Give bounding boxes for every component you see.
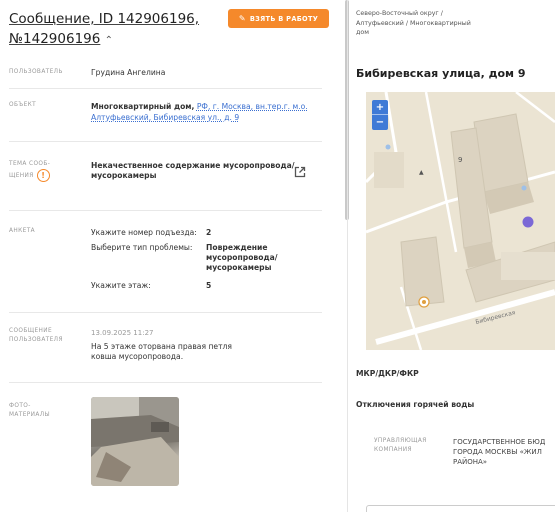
divider — [9, 210, 322, 211]
user-value: Грудина Ангелина — [91, 68, 166, 77]
divider — [9, 141, 322, 142]
message-text-line2: ковша мусоропровода. — [91, 352, 184, 361]
breadcrumb-line3[interactable]: дом — [356, 28, 551, 38]
photos-label: ФОТО- МАТЕРИАЛЫ — [9, 402, 50, 420]
location-marker[interactable] — [522, 216, 534, 228]
user-label: ПОЛЬЗОВАТЕЛЬ — [9, 69, 63, 75]
map[interactable]: ▲ 9 Бибиревская + − — [366, 92, 555, 350]
form-q1: Укажите номер подъезда: — [91, 228, 197, 237]
take-to-work-label: ВЗЯТЬ В РАБОТУ — [249, 14, 319, 23]
section-repairs[interactable]: МКР/ДКР/ФКР — [356, 369, 419, 378]
divider — [9, 88, 322, 89]
topic-label-line2-text: ЩЕНИЯ — [9, 173, 34, 179]
message-date: 13.09.2025 11:27 — [91, 329, 154, 337]
form-label: АНКЕТА — [9, 228, 36, 234]
topic-value-line1: Некачественное содержание мусоропровода/ — [91, 161, 295, 170]
chevron-up-icon[interactable]: ⌃ — [105, 31, 115, 51]
management-company-value-line1: ГОСУДАРСТВЕННОЕ БЮД — [453, 438, 546, 446]
management-company-label-line1: УПРАВЛЯЮЩАЯ — [374, 438, 427, 444]
topic-value-line2: мусорокамеры — [91, 171, 157, 180]
form-a2-line1: Повреждение — [206, 243, 268, 252]
object-type: Многоквартирный дом, — [91, 102, 195, 111]
message-text: На 5 этаже оторвана правая петля ковша м… — [91, 342, 232, 362]
take-to-work-button[interactable]: ✎ ВЗЯТЬ В РАБОТУ — [228, 9, 329, 28]
topic-value: Некачественное содержание мусоропровода/… — [91, 161, 294, 181]
breadcrumb: Северо-Восточный округ / Алтуфьевский / … — [356, 9, 551, 38]
message-panel: Сообщение, ID 142906196, №142906196 ⌃ ✎ … — [0, 0, 345, 512]
form-a2-line2: мусоропровода/ — [206, 253, 278, 262]
form-a2-line3: мусорокамеры — [206, 263, 272, 272]
object-panel: Северо-Восточный округ / Алтуфьевский / … — [352, 0, 555, 512]
zoom-control: + − — [372, 100, 388, 130]
topic-label-line1: ТЕМА СООБ- — [9, 161, 51, 167]
message-title: Сообщение, ID 142906196, №142906196 ⌃ — [9, 9, 224, 51]
photos-label-line2: МАТЕРИАЛЫ — [9, 412, 51, 418]
user-message-label-line1: СООБЩЕНИЕ — [9, 328, 53, 334]
photos-label-line1: ФОТО- — [9, 403, 31, 409]
house-number-label: 9 — [458, 156, 462, 164]
divider — [9, 382, 322, 383]
user-message-label: СООБЩЕНИЕ ПОЛЬЗОВАТЕЛЯ — [9, 327, 63, 345]
management-company-value-line3: РАЙОНА» — [453, 458, 488, 466]
form-a2: Повреждение мусоропровода/ мусорокамеры — [206, 243, 277, 273]
form-q2: Выберите тип проблемы: — [91, 243, 193, 252]
topic-label-line2: ЩЕНИЯ! — [9, 169, 50, 182]
map-canvas: ▲ 9 Бибиревская — [366, 92, 555, 350]
breadcrumb-line1[interactable]: Северо-Восточный округ / — [356, 9, 551, 19]
topic-label: ТЕМА СООБ- ЩЕНИЯ! — [9, 160, 50, 182]
bottom-field[interactable] — [366, 505, 555, 512]
form-a1: 2 — [206, 228, 212, 237]
user-message-label-line2: ПОЛЬЗОВАТЕЛЯ — [9, 337, 63, 343]
form-a3: 5 — [206, 281, 212, 290]
management-company-label: УПРАВЛЯЮЩАЯ КОМПАНИЯ — [374, 437, 427, 454]
form-q3: Укажите этаж: — [91, 281, 151, 290]
message-text-line1: На 5 этаже оторвана правая петля — [91, 342, 232, 351]
object-value: Многоквартирный дом, РФ, г. Москва, вн.т… — [91, 101, 316, 123]
object-address-title: Бибиревская улица, дом 9 — [356, 67, 526, 80]
section-hot-water[interactable]: Отключения горячей воды — [356, 400, 474, 409]
object-label: ОБЪЕКТ — [9, 102, 37, 108]
management-company-value: ГОСУДАРСТВЕННОЕ БЮД ГОРОДА МОСКВЫ «ЖИЛ Р… — [453, 437, 555, 467]
zoom-out-button[interactable]: − — [372, 115, 388, 130]
title-line1: Сообщение, ID 142906196, — [9, 11, 200, 27]
breadcrumb-line2[interactable]: Алтуфьевский / Многоквартирный — [356, 19, 551, 29]
panel-divider — [347, 0, 348, 512]
management-company-label-line2: КОМПАНИЯ — [374, 446, 412, 453]
photo-thumbnail[interactable] — [91, 397, 179, 486]
photo-image — [91, 397, 179, 486]
divider — [9, 312, 322, 313]
svg-text:▲: ▲ — [419, 169, 424, 176]
title-line2: №142906196 — [9, 31, 101, 47]
open-external-icon[interactable] — [294, 166, 306, 178]
pencil-icon: ✎ — [238, 14, 246, 23]
zoom-in-button[interactable]: + — [372, 100, 388, 115]
warning-icon: ! — [36, 169, 50, 182]
management-company-value-line2: ГОРОДА МОСКВЫ «ЖИЛ — [453, 448, 542, 456]
